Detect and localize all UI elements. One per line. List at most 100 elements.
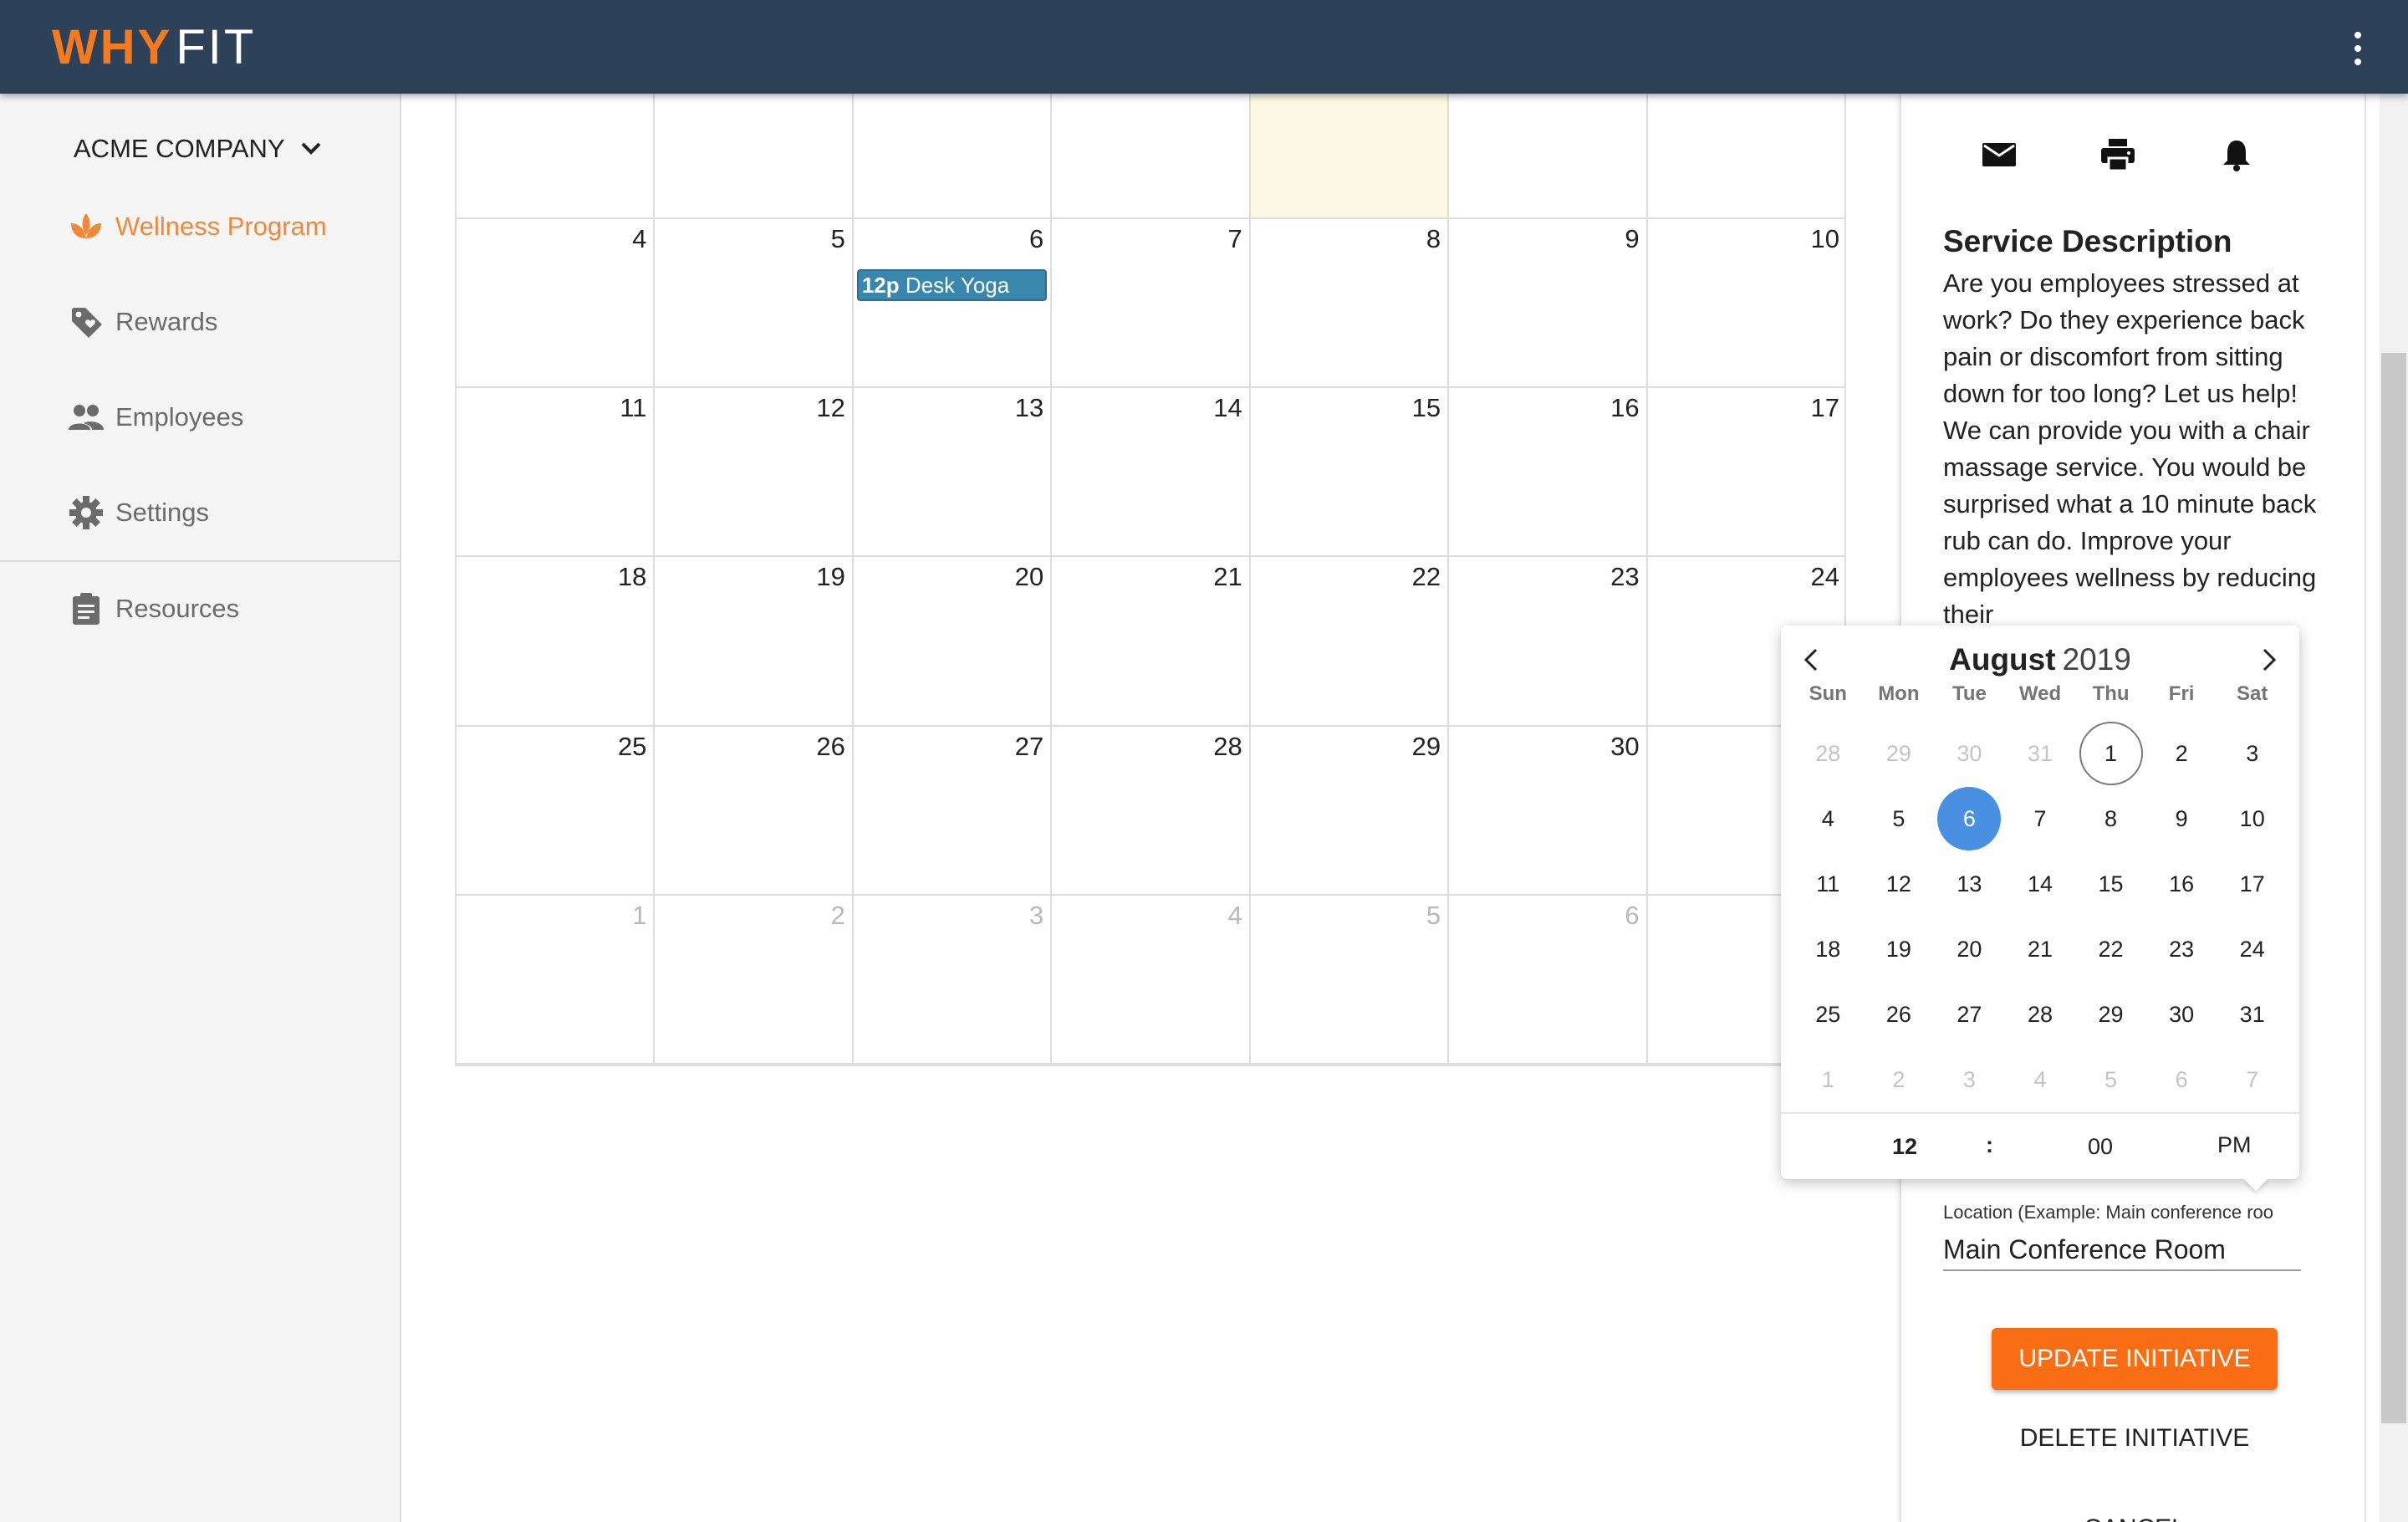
- calendar-day-cell[interactable]: 15: [1250, 388, 1450, 558]
- picker-day[interactable]: 28: [1793, 721, 1864, 786]
- picker-day[interactable]: 4: [1793, 786, 1864, 851]
- calendar-day-cell[interactable]: 17: [1647, 388, 1846, 558]
- calendar-day-cell[interactable]: 25: [457, 726, 656, 896]
- calendar-day-cell[interactable]: 14: [1052, 388, 1251, 558]
- picker-day[interactable]: 14: [2005, 851, 2076, 917]
- calendar-day-cell[interactable]: 27: [853, 726, 1053, 896]
- picker-day[interactable]: 13: [1934, 851, 2005, 917]
- picker-day[interactable]: 22: [2075, 917, 2146, 982]
- picker-day[interactable]: 5: [1864, 786, 1935, 851]
- mail-icon[interactable]: [1982, 137, 2017, 172]
- picker-day[interactable]: 25: [1793, 982, 1864, 1047]
- print-icon[interactable]: [2100, 137, 2135, 172]
- picker-day[interactable]: 31: [2217, 982, 2288, 1047]
- calendar-day-cell[interactable]: 5: [655, 219, 854, 389]
- calendar-day-cell[interactable]: 29: [1250, 726, 1450, 896]
- calendar-day-cell[interactable]: 21: [1052, 557, 1251, 727]
- picker-day[interactable]: 10: [2217, 786, 2288, 851]
- calendar-day-cell[interactable]: 4: [457, 219, 656, 389]
- update-initiative-button[interactable]: UPDATE INITIATIVE: [1992, 1328, 2278, 1390]
- cancel-button[interactable]: CANCEL: [1992, 1505, 2278, 1522]
- chevron-right-icon[interactable]: [2256, 647, 2281, 672]
- picker-day[interactable]: 26: [1864, 982, 1935, 1047]
- picker-day[interactable]: 1: [1793, 1047, 1864, 1112]
- picker-year: 2019: [2062, 642, 2131, 677]
- calendar-day-cell[interactable]: 20: [853, 557, 1053, 727]
- picker-day[interactable]: 21: [2005, 917, 2076, 982]
- picker-day[interactable]: 17: [2217, 851, 2288, 917]
- picker-day[interactable]: 8: [2075, 786, 2146, 851]
- calendar-day-cell[interactable]: 26: [655, 726, 854, 896]
- delete-initiative-button[interactable]: DELETE INITIATIVE: [1992, 1415, 2278, 1462]
- picker-day-label: 30: [2169, 1001, 2195, 1027]
- picker-day[interactable]: 1: [2075, 721, 2146, 786]
- picker-day[interactable]: 6: [1934, 786, 2005, 851]
- picker-day[interactable]: 29: [1864, 721, 1935, 786]
- calendar-day-cell[interactable]: 3: [853, 895, 1053, 1065]
- calendar-day-cell[interactable]: 30: [1449, 726, 1648, 896]
- picker-day[interactable]: 27: [1934, 982, 2005, 1047]
- event-time: 12p: [861, 273, 900, 299]
- calendar-day-cell[interactable]: 28: [1052, 726, 1251, 896]
- calendar-day-cell[interactable]: 9: [1449, 219, 1648, 389]
- company-selector[interactable]: ACME COMPANY: [74, 134, 322, 164]
- picker-day[interactable]: 24: [2217, 917, 2288, 982]
- picker-day[interactable]: 23: [2146, 917, 2217, 982]
- picker-day[interactable]: 3: [1934, 1047, 2005, 1112]
- picker-day[interactable]: 19: [1864, 917, 1935, 982]
- calendar-day-cell[interactable]: 6 12p Desk Yoga: [853, 219, 1053, 389]
- calendar-day-cell[interactable]: 19: [655, 557, 854, 727]
- sidebar-item-settings[interactable]: Settings: [67, 493, 209, 532]
- picker-day[interactable]: 3: [2217, 721, 2288, 786]
- picker-day[interactable]: 16: [2146, 851, 2217, 917]
- calendar-day-cell[interactable]: 11: [457, 388, 656, 558]
- scrollbar-thumb[interactable]: [2381, 353, 2406, 1423]
- picker-month-year[interactable]: August 2019: [1781, 642, 2299, 677]
- picker-day[interactable]: 18: [1793, 917, 1864, 982]
- sidebar-item-resources[interactable]: Resources: [67, 590, 239, 628]
- month-calendar: 2829303112345612p Desk Yoga7891011121314…: [455, 50, 1846, 1066]
- picker-day[interactable]: 7: [2217, 1047, 2288, 1112]
- sidebar-item-wellness-program[interactable]: Wellness Program: [67, 207, 327, 246]
- picker-day[interactable]: 20: [1934, 917, 2005, 982]
- calendar-day-cell[interactable]: 13: [853, 388, 1053, 558]
- bell-icon[interactable]: [2219, 137, 2254, 172]
- picker-day[interactable]: 11: [1793, 851, 1864, 917]
- picker-day[interactable]: 29: [2075, 982, 2146, 1047]
- calendar-day-cell[interactable]: 5: [1250, 895, 1450, 1065]
- picker-day[interactable]: 6: [2146, 1047, 2217, 1112]
- more-vert-icon[interactable]: [2349, 32, 2366, 65]
- hour-field[interactable]: 12: [1871, 1134, 1938, 1160]
- sidebar-item-rewards[interactable]: Rewards: [67, 303, 217, 341]
- calendar-day-cell[interactable]: 1: [457, 895, 656, 1065]
- calendar-day-cell[interactable]: 23: [1449, 557, 1648, 727]
- calendar-day-cell[interactable]: 22: [1250, 557, 1450, 727]
- calendar-day-cell[interactable]: 10: [1647, 219, 1846, 389]
- calendar-event[interactable]: 12p Desk Yoga: [856, 269, 1048, 302]
- picker-day[interactable]: 2: [2146, 721, 2217, 786]
- calendar-day-cell[interactable]: 7: [1052, 219, 1251, 389]
- calendar-day-cell[interactable]: 16: [1449, 388, 1648, 558]
- picker-day[interactable]: 9: [2146, 786, 2217, 851]
- calendar-day-cell[interactable]: 6: [1449, 895, 1648, 1065]
- picker-day[interactable]: 7: [2005, 786, 2076, 851]
- whyfit-logo[interactable]: WHY FIT: [52, 17, 256, 77]
- picker-day[interactable]: 2: [1864, 1047, 1935, 1112]
- calendar-day-cell[interactable]: 18: [457, 557, 656, 727]
- minute-field[interactable]: 00: [2067, 1134, 2134, 1160]
- picker-day[interactable]: 15: [2075, 851, 2146, 917]
- ampm-toggle[interactable]: PM: [2217, 1132, 2252, 1158]
- picker-day[interactable]: 28: [2005, 982, 2076, 1047]
- picker-day[interactable]: 31: [2005, 721, 2076, 786]
- picker-day[interactable]: 5: [2075, 1047, 2146, 1112]
- calendar-day-cell[interactable]: 12: [655, 388, 854, 558]
- picker-day[interactable]: 4: [2005, 1047, 2076, 1112]
- calendar-day-cell[interactable]: 8: [1250, 219, 1450, 389]
- picker-day[interactable]: 12: [1864, 851, 1935, 917]
- picker-day[interactable]: 30: [1934, 721, 2005, 786]
- picker-day[interactable]: 30: [2146, 982, 2217, 1047]
- calendar-day-cell[interactable]: 4: [1052, 895, 1251, 1065]
- calendar-day-cell[interactable]: 2: [655, 895, 854, 1065]
- location-input[interactable]: [1943, 1229, 2301, 1271]
- sidebar-item-employees[interactable]: Employees: [67, 398, 243, 437]
